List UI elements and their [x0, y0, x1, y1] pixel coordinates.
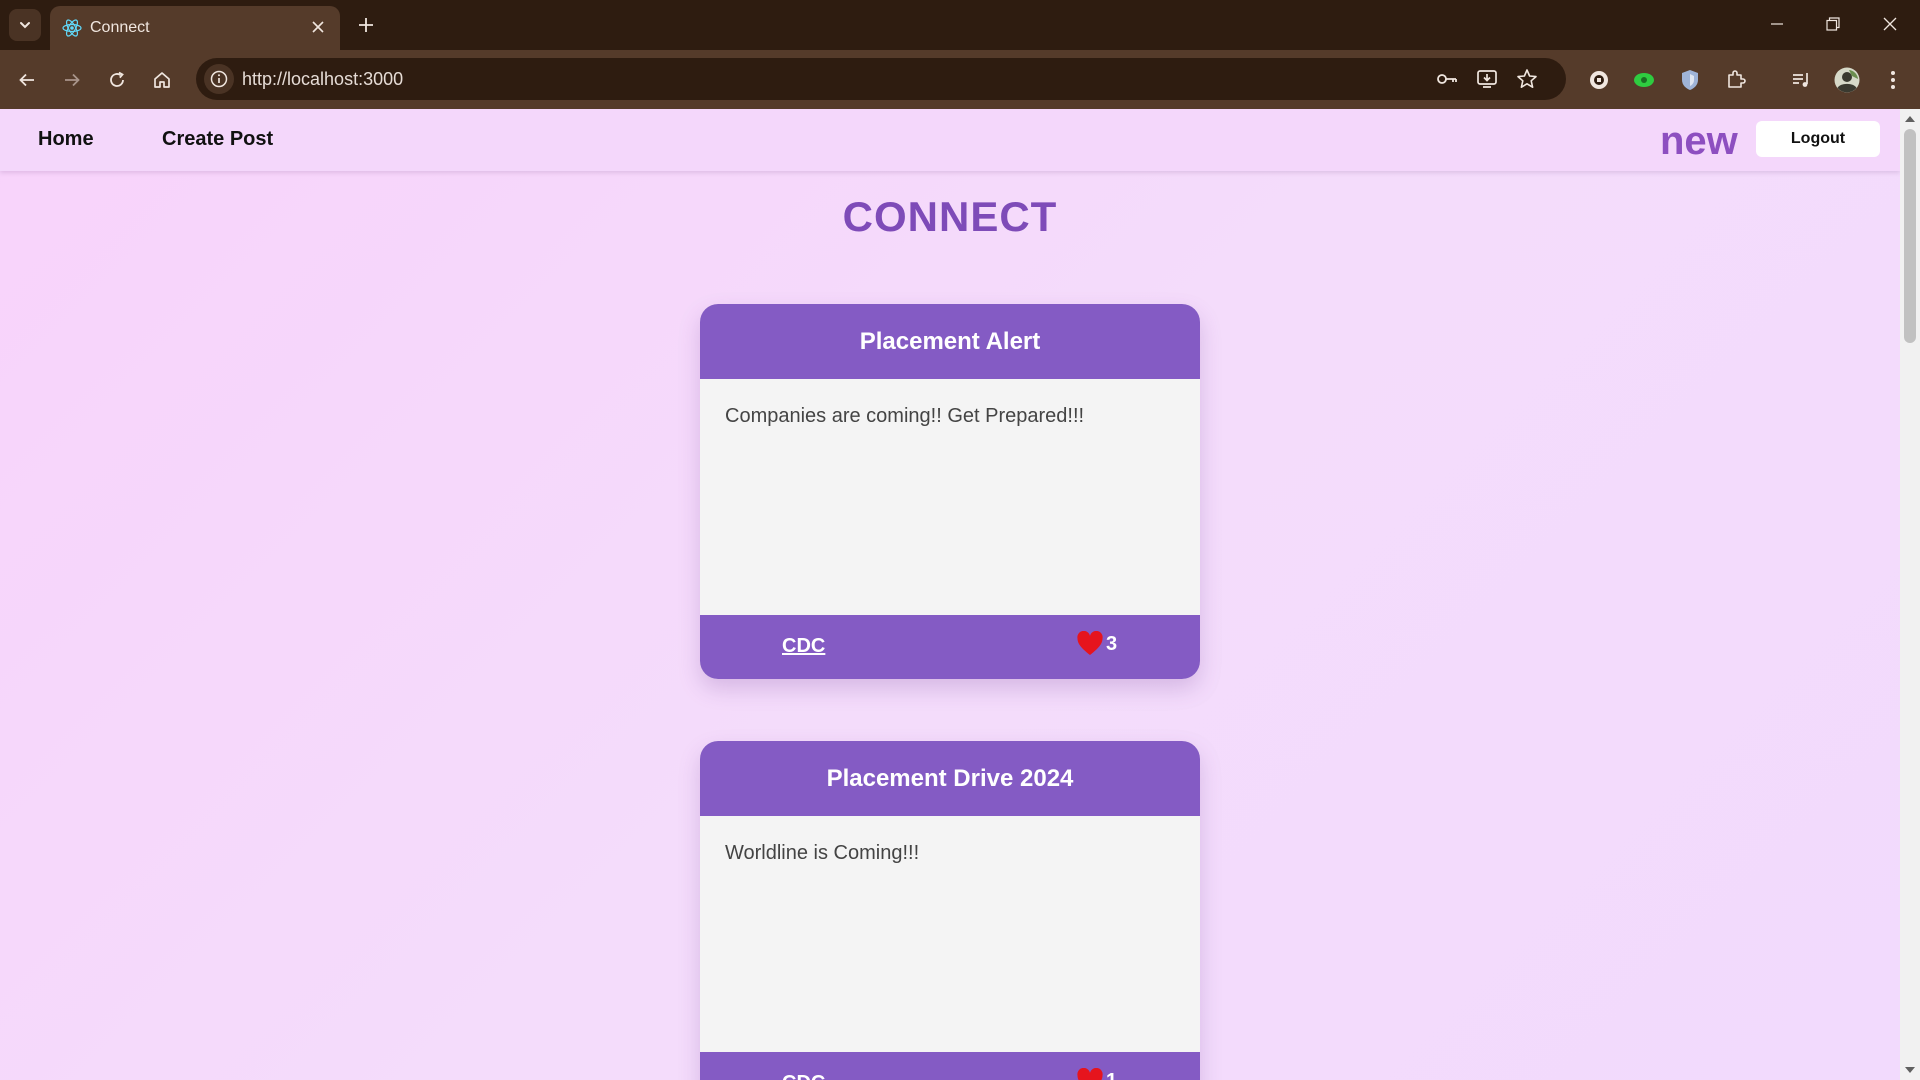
post-card: Placement Drive 2024 Worldline is Coming… — [700, 741, 1200, 1080]
tab-title: Connect — [90, 19, 150, 36]
minimize-icon — [1771, 23, 1783, 25]
like-count: 1 — [1106, 1070, 1117, 1080]
install-app-button[interactable] — [1473, 65, 1501, 93]
post-card-header: Placement Drive 2024 — [700, 741, 1200, 816]
extension-button-3[interactable] — [1675, 65, 1705, 95]
post-card-header: Placement Alert — [700, 304, 1200, 379]
page-title: CONNECT — [842, 193, 1058, 240]
new-tab-button[interactable] — [352, 11, 380, 39]
post-card: Placement Alert Companies are coming!! G… — [700, 304, 1200, 679]
post-title: Placement Drive 2024 — [826, 764, 1074, 792]
top-navbar: Home Create Post new Logout — [0, 109, 1900, 171]
post-body: Companies are coming!! Get Prepared!!! — [725, 405, 1085, 427]
post-body: Worldline is Coming!!! — [725, 842, 920, 864]
reload-button[interactable] — [99, 62, 135, 98]
extension-icon — [1634, 73, 1654, 87]
key-icon — [1437, 74, 1457, 84]
info-icon — [210, 70, 228, 88]
like-button[interactable]: 1 — [1076, 1068, 1117, 1080]
heart-icon — [1077, 1068, 1103, 1080]
post-author-link[interactable]: CDC — [782, 1072, 825, 1080]
star-icon — [1517, 69, 1537, 88]
page-viewport: Home Create Post new Logout CONNECT Plac… — [0, 109, 1920, 1080]
post-author-link[interactable]: CDC — [782, 635, 825, 658]
password-key-button[interactable] — [1433, 65, 1461, 93]
nav-home-link[interactable]: Home — [38, 128, 94, 151]
extension-button-1[interactable] — [1584, 65, 1614, 95]
post-card-footer: CDC 3 — [700, 615, 1200, 679]
logout-button[interactable]: Logout — [1756, 121, 1880, 157]
forward-icon — [65, 73, 80, 87]
post-card-body: Companies are coming!! Get Prepared!!! — [700, 379, 1200, 615]
home-button[interactable] — [144, 62, 180, 98]
home-icon — [154, 72, 170, 88]
reload-icon — [110, 71, 124, 87]
address-bar[interactable]: http://localhost:3000 — [196, 58, 1566, 100]
puzzle-icon — [1728, 70, 1746, 88]
arrow-down-icon — [1905, 1067, 1915, 1073]
media-controls-button[interactable] — [1786, 65, 1816, 95]
react-icon — [62, 19, 82, 37]
heart-icon — [1077, 631, 1103, 655]
close-icon — [312, 21, 324, 33]
post-title: Placement Alert — [859, 327, 1041, 355]
media-icon — [1793, 73, 1808, 87]
username-label: new — [1660, 119, 1738, 163]
post-card-footer: CDC 1 — [700, 1052, 1200, 1080]
site-info-button[interactable] — [204, 64, 234, 94]
extension-icon — [1590, 71, 1608, 89]
minimize-button[interactable] — [1757, 8, 1797, 40]
extension-icon — [1682, 70, 1698, 90]
back-button[interactable] — [9, 62, 45, 98]
page-scrollbar[interactable] — [1900, 109, 1920, 1080]
browser-menu-button[interactable] — [1878, 65, 1908, 95]
nav-create-post-link[interactable]: Create Post — [162, 128, 273, 151]
tab-search-button[interactable] — [9, 9, 41, 41]
url-text: http://localhost:3000 — [242, 69, 404, 89]
restore-button[interactable] — [1813, 8, 1853, 40]
close-window-button[interactable] — [1870, 8, 1910, 40]
chevron-down-icon — [20, 22, 30, 29]
avatar[interactable] — [1832, 65, 1862, 95]
extension-button-2[interactable] — [1629, 65, 1659, 95]
kebab-menu-icon — [1891, 71, 1895, 89]
like-count: 3 — [1106, 632, 1118, 655]
restore-icon — [1826, 17, 1840, 31]
bookmark-button[interactable] — [1513, 65, 1541, 93]
scrollbar-thumb[interactable] — [1904, 129, 1916, 343]
arrow-up-icon — [1905, 116, 1915, 122]
forward-button[interactable] — [54, 62, 90, 98]
post-card-body: Worldline is Coming!!! — [700, 816, 1200, 1052]
close-icon — [1883, 17, 1897, 31]
install-icon — [1477, 70, 1497, 88]
scroll-down-arrow[interactable] — [1905, 1065, 1915, 1075]
extensions-menu-button[interactable] — [1721, 65, 1751, 95]
browser-toolbar: http://localhost:3000 — [0, 50, 1920, 109]
like-button[interactable]: 3 — [1076, 631, 1117, 657]
browser-tab-strip: Connect — [0, 0, 1920, 50]
scroll-up-arrow[interactable] — [1905, 114, 1915, 124]
back-icon — [19, 73, 34, 87]
tab-close-button[interactable] — [308, 17, 328, 37]
plus-icon — [359, 18, 373, 32]
browser-tab[interactable]: Connect — [50, 6, 340, 50]
